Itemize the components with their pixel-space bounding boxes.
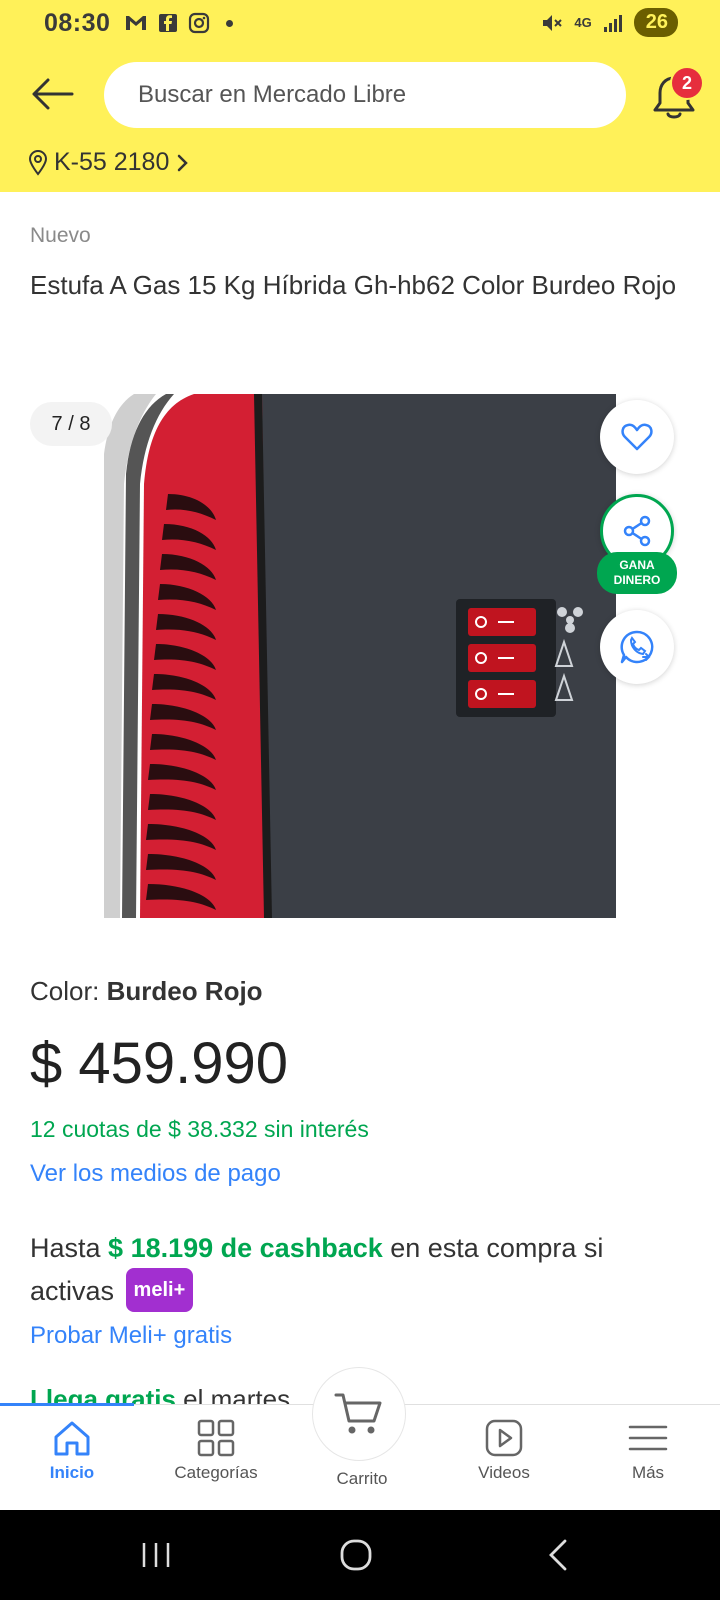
recent-apps-icon [142,1543,170,1567]
location-pin-icon [28,149,48,176]
earn-badge-line1: GANA [619,558,655,572]
status-time: 08:30 [44,8,111,37]
whatsapp-icon [620,630,654,664]
back-button[interactable] [26,72,78,116]
nav-item-categorias[interactable]: Categorías [156,1419,276,1483]
product-price: $ 459.990 [30,1031,289,1096]
notification-count-badge: 2 [670,66,704,100]
product-gallery[interactable]: 7 / 8 GANA DINERO [0,392,720,922]
battery-indicator: 26 [633,8,678,37]
meli-plus-badge: meli+ [125,1268,194,1312]
cart-icon [334,1393,382,1434]
grid-icon [197,1419,235,1457]
nav-item-inicio[interactable]: Inicio [12,1419,132,1483]
network-type: 4G [574,15,592,30]
favorite-button[interactable] [600,400,674,474]
try-meli-plus-link[interactable]: Probar Meli+ gratis [30,1322,232,1350]
location-text: K-55 2180 [54,148,170,176]
product-title: Estufa A Gas 15 Kg Híbrida Gh-hb62 Color… [30,270,677,300]
nav-label-inicio: Inicio [49,1463,95,1482]
share-icon [623,515,651,547]
nav-label-carrito: Carrito [336,1469,388,1488]
mute-icon [543,14,563,31]
cashback-amount: $ 18.199 de cashback [108,1233,383,1263]
nav-item-mas[interactable]: Más [588,1419,708,1483]
active-tab-indicator [0,1403,134,1406]
nav-item-carrito[interactable]: Carrito [302,1469,422,1489]
back-system-button[interactable] [528,1530,588,1580]
recent-apps-button[interactable] [126,1530,186,1580]
back-chevron-icon [549,1539,567,1571]
nav-label-mas: Más [631,1463,665,1482]
app-header: Buscar en Mercado Libre 2 K-55 2180 [0,46,720,192]
search-placeholder: Buscar en Mercado Libre [138,81,407,108]
payment-methods-link[interactable]: Ver los medios de pago [30,1160,281,1188]
cashback-promo: Hasta $ 18.199 de cashback en esta compr… [30,1228,690,1312]
earn-money-badge[interactable]: GANA DINERO [597,552,677,594]
nav-label-videos: Videos [478,1463,530,1482]
menu-icon [628,1425,668,1451]
signal-icon [603,14,622,32]
home-system-button[interactable] [326,1530,386,1580]
search-input[interactable]: Buscar en Mercado Libre [104,62,626,128]
nav-item-videos[interactable]: Videos [444,1419,564,1483]
whatsapp-share-button[interactable] [600,610,674,684]
system-navigation-bar [0,1510,720,1600]
gallery-counter: 7 / 8 [30,402,112,446]
home-circle-icon [340,1539,372,1571]
installments-text: 12 cuotas de $ 38.332 sin interés [30,1116,369,1142]
color-selection: Color: Burdeo Rojo [30,976,263,1007]
facebook-icon [159,14,178,32]
nav-label-categorias: Categorías [174,1463,258,1482]
location-selector[interactable]: K-55 2180 [28,148,191,177]
color-value: Burdeo Rojo [106,976,263,1006]
more-notifications-dot [226,19,234,27]
notification-icons [124,12,234,34]
home-icon [54,1421,90,1456]
color-label: Color: [30,976,107,1006]
chevron-right-icon [178,154,189,171]
arrow-left-icon [32,78,74,110]
cart-button[interactable] [312,1367,406,1461]
cashback-prefix: Hasta [30,1233,109,1263]
status-right: 4G 26 [540,8,678,37]
play-icon [485,1419,523,1457]
product-condition: Nuevo [30,224,91,247]
heart-icon [621,423,653,451]
earn-badge-line2: DINERO [613,573,661,587]
instagram-icon [189,12,210,34]
status-bar: 08:30 4G 26 [0,0,720,46]
product-image[interactable] [104,394,616,918]
bottom-navigation: Inicio Categorías Carrito Videos Más [0,1367,720,1510]
gmail-icon [126,16,147,30]
